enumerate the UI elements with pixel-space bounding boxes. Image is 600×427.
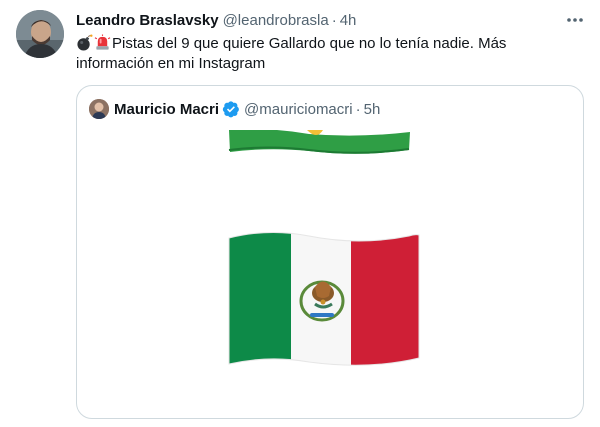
more-options-button[interactable]: [563, 10, 587, 30]
mexico-flag-emoji: [228, 231, 420, 366]
author-name[interactable]: Leandro Braslavsky: [76, 12, 219, 29]
avatar-photo: [16, 10, 64, 58]
quoted-author-name[interactable]: Mauricio Macri: [114, 101, 219, 118]
brazil-flag-emoji: [228, 129, 410, 154]
quoted-tweet-timestamp[interactable]: 5h: [364, 101, 381, 118]
quoted-tweet[interactable]: Mauricio Macri @mauriciomacri · 5h: [76, 85, 584, 419]
quoted-author-handle[interactable]: @mauriciomacri: [244, 101, 353, 118]
quoted-tweet-media[interactable]: [77, 129, 583, 418]
separator-dot: ·: [331, 12, 337, 29]
quoted-separator-dot: ·: [355, 100, 361, 118]
flags-image: [228, 129, 420, 366]
tweet-timestamp[interactable]: 4h: [340, 12, 357, 29]
quoted-avatar-photo: [89, 99, 109, 119]
police-light-emoji: [94, 34, 111, 50]
quoted-tweet-header: Mauricio Macri @mauriciomacri · 5h: [89, 98, 380, 120]
author-handle[interactable]: @leandrobrasla: [223, 12, 329, 29]
verified-badge-icon: [222, 101, 239, 118]
tweet-body: Pistas del 9 que quiere Gallardo que no …: [76, 35, 507, 72]
avatar[interactable]: [16, 10, 64, 58]
quoted-avatar[interactable]: [89, 99, 109, 119]
tweet-header: Leandro Braslavsky @leandrobrasla · 4h: [76, 12, 356, 32]
bomb-emoji: [77, 34, 93, 51]
tweet-text: Pistas del 9 que quiere Gallardo que no …: [76, 34, 576, 74]
more-horizontal-icon: [567, 18, 583, 22]
tweet[interactable]: Leandro Braslavsky @leandrobrasla · 4h P…: [0, 0, 600, 427]
